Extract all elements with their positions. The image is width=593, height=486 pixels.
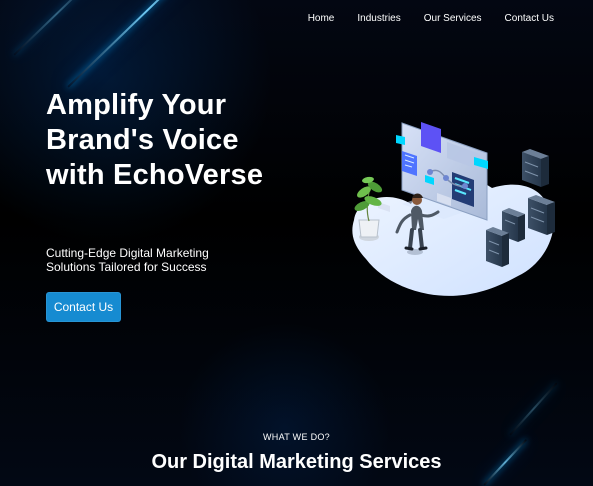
digital-marketing-illustration-icon: [352, 122, 555, 296]
section-kicker: WHAT WE DO?: [263, 432, 330, 442]
nav-services-link[interactable]: Our Services: [424, 13, 482, 25]
nav-home-link[interactable]: Home: [308, 13, 335, 25]
top-navigation: Home Industries Our Services Contact Us: [308, 13, 554, 25]
section-title: Our Digital Marketing Services: [151, 451, 442, 473]
hero-title: Amplify Your Brand's Voice with EchoVers…: [46, 89, 264, 191]
light-beam: [67, 0, 227, 88]
nav-industries-link[interactable]: Industries: [357, 13, 400, 25]
light-beam: [13, 0, 100, 56]
homepage-hero: Home Industries Our Services Contact Us …: [0, 0, 593, 486]
contact-us-button[interactable]: Contact Us: [46, 292, 121, 322]
nav-contact-link[interactable]: Contact Us: [505, 13, 554, 25]
light-beam: [509, 382, 558, 436]
hero-subtitle: Cutting-Edge Digital Marketing Solutions…: [46, 246, 209, 274]
